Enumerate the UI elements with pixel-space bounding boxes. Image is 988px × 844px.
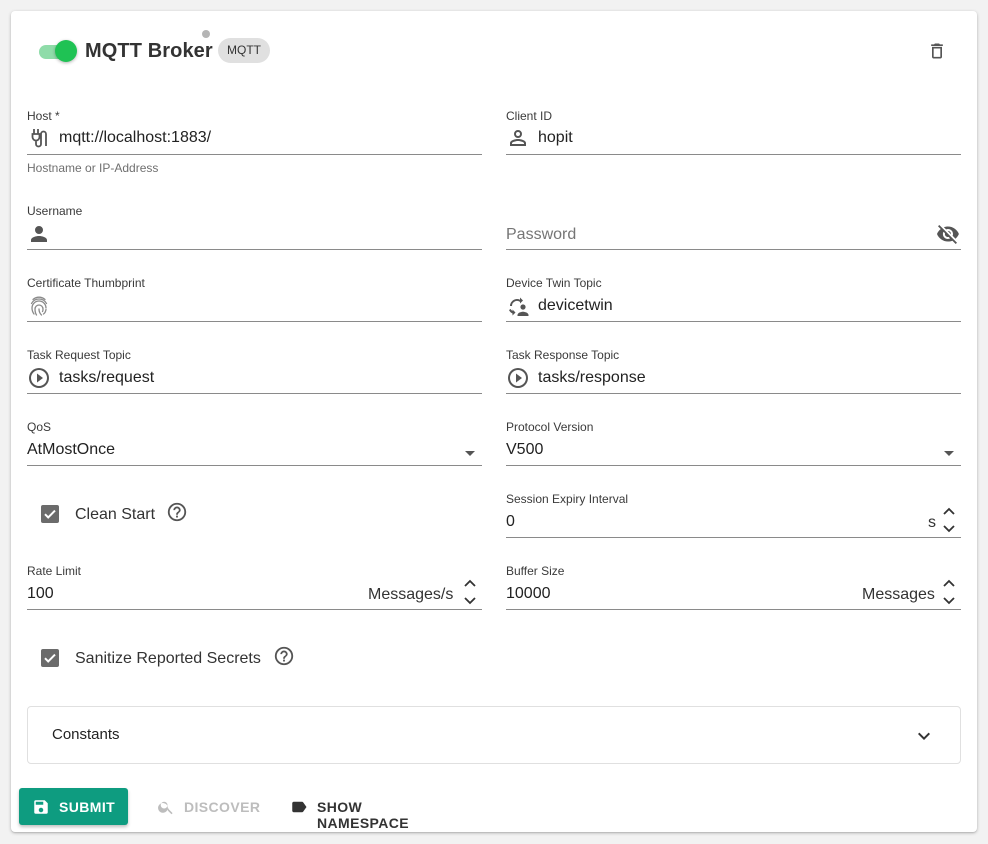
sanitize-checkbox[interactable] [41,649,59,667]
play-circle-icon [27,366,51,390]
username-underline [27,249,482,250]
help-icon[interactable] [273,645,295,667]
session-expiry-label: Session Expiry Interval [506,492,629,506]
broker-card: MQTT Broker MQTT Host * mqtt://localhost… [11,11,977,832]
buffer-size-underline [506,609,961,610]
discover-label: DISCOVER [184,799,261,815]
host-hint: Hostname or IP-Address [27,161,159,175]
trash-icon[interactable] [927,40,947,62]
card-title: MQTT Broker [85,40,213,62]
search-icon [157,798,175,816]
device-twin-input[interactable]: devicetwin [538,296,613,316]
task-response-underline [506,393,961,394]
cert-thumbprint-label: Certificate Thumbprint [27,276,145,290]
play-circle-icon [506,366,530,390]
eye-off-icon[interactable] [936,222,960,246]
task-request-label: Task Request Topic [27,348,131,362]
number-spinner-icon[interactable] [940,576,958,608]
plug-icon [27,126,51,150]
rate-limit-unit: Messages/s [368,586,454,603]
number-spinner-icon[interactable] [940,504,958,536]
host-underline [27,154,482,155]
buffer-size-input[interactable]: 10000 [506,584,551,604]
buffer-size-unit: Messages [862,586,935,603]
password-underline [506,249,961,250]
constants-title: Constants [52,726,120,743]
rate-limit-input[interactable]: 100 [27,584,54,604]
session-expiry-unit: s [928,514,936,531]
task-request-underline [27,393,482,394]
submit-label: SUBMIT [59,799,116,815]
protocol-version-underline [506,465,961,466]
qos-underline [27,465,482,466]
username-label: Username [27,204,83,218]
cert-thumbprint-underline [27,321,482,322]
qos-label: QoS [27,420,52,434]
enable-toggle-knob[interactable] [55,40,77,62]
status-dot [202,30,210,38]
sanitize-label[interactable]: Sanitize Reported Secrets [75,649,261,669]
show-namespace-button[interactable]: SHOW NAMESPACE [285,789,455,831]
client-id-input[interactable]: hopit [538,128,573,148]
show-namespace-label: SHOW NAMESPACE [317,799,410,831]
chevron-down-icon[interactable] [912,724,936,748]
task-request-input[interactable]: tasks/request [59,368,154,388]
constants-expander[interactable]: Constants [27,706,961,764]
submit-button[interactable]: SUBMIT [19,788,128,825]
host-label: Host * [27,109,60,123]
username-input[interactable] [59,224,459,244]
device-twin-label: Device Twin Topic [506,276,602,290]
fingerprint-icon [27,294,51,318]
protocol-version-label: Protocol Version [506,420,594,434]
session-expiry-underline [506,537,961,538]
save-icon [32,798,50,816]
qos-select[interactable]: AtMostOnce [27,440,115,460]
protocol-version-select[interactable]: V500 [506,440,543,460]
buffer-size-label: Buffer Size [506,564,565,578]
session-expiry-input[interactable]: 0 [506,512,515,532]
caret-down-icon[interactable] [937,441,961,465]
number-spinner-icon[interactable] [461,576,479,608]
rate-limit-label: Rate Limit [27,564,82,578]
label-tag-icon [289,798,309,816]
rate-limit-underline [27,609,482,610]
cert-thumbprint-input[interactable] [59,296,459,316]
password-input[interactable]: Password [506,225,576,245]
host-input[interactable]: mqtt://localhost:1883/ [59,128,211,148]
caret-down-icon[interactable] [458,441,482,465]
device-twin-underline [506,321,961,322]
client-id-label: Client ID [506,109,553,123]
person-icon [27,222,51,246]
clean-start-checkbox[interactable] [41,505,59,523]
sync-person-icon [506,294,530,318]
protocol-chip: MQTT [218,38,270,63]
person-outline-icon [506,126,530,150]
clean-start-label[interactable]: Clean Start [75,505,155,525]
task-response-label: Task Response Topic [506,348,620,362]
discover-button[interactable]: DISCOVER [152,789,262,825]
help-icon[interactable] [166,501,188,523]
task-response-input[interactable]: tasks/response [538,368,646,388]
client-id-underline [506,154,961,155]
